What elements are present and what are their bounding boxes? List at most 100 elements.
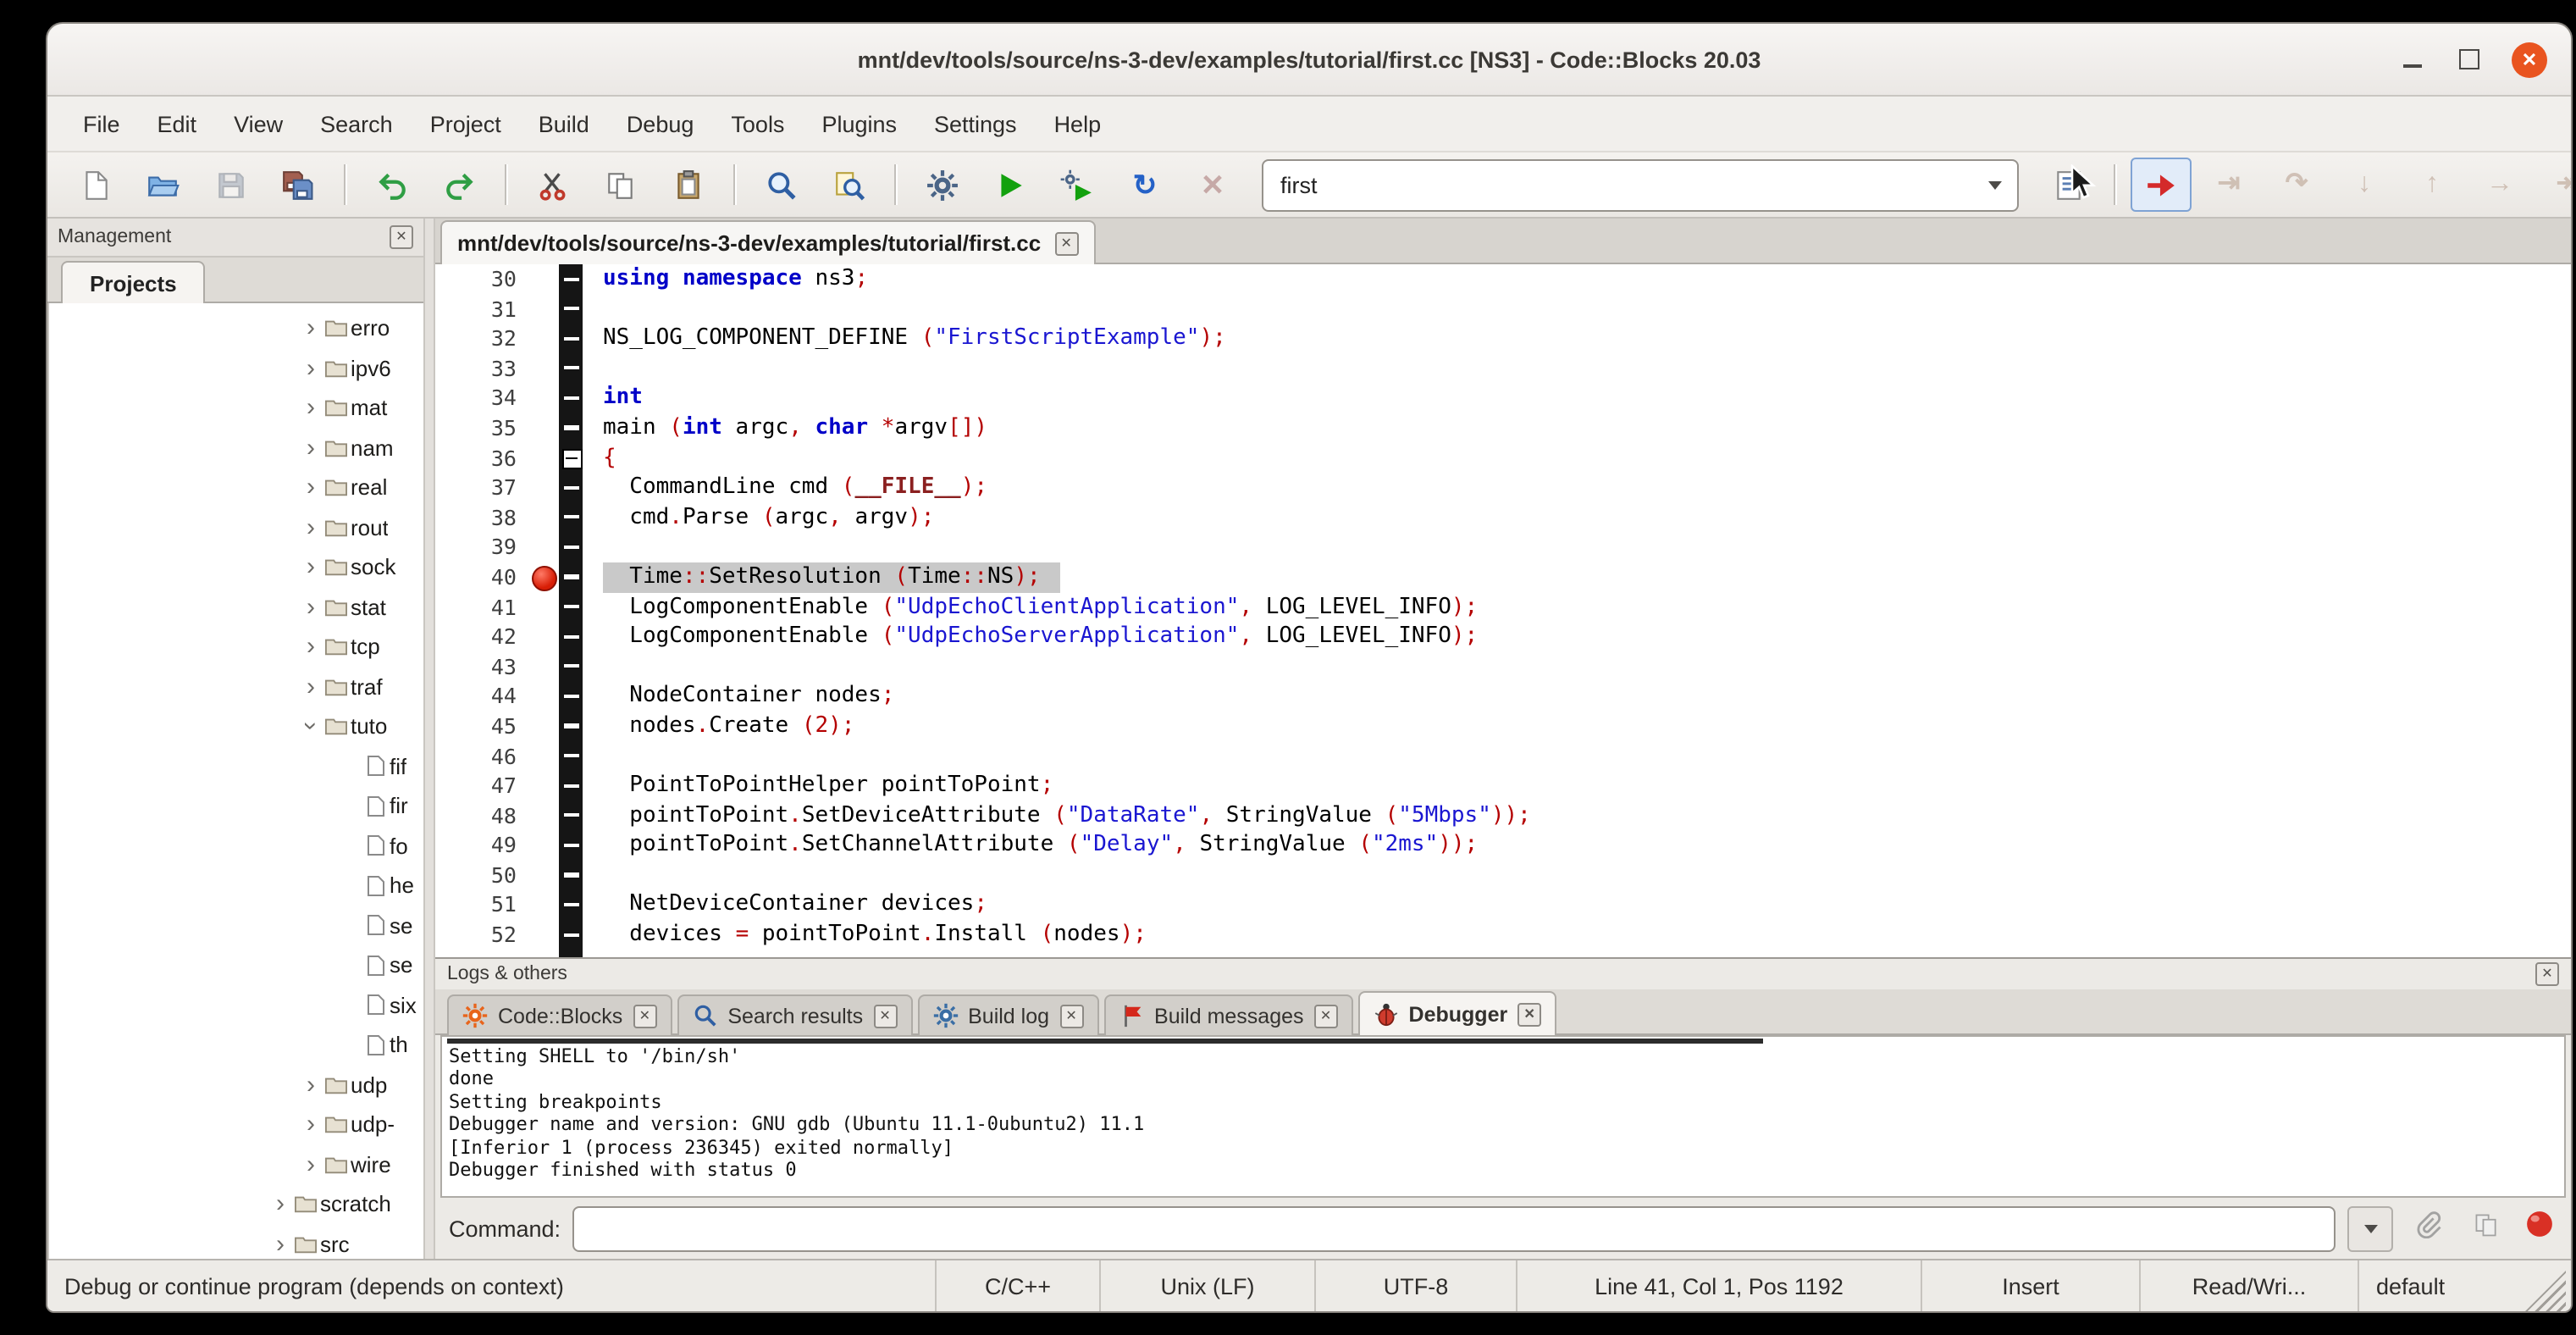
tree-item-nam[interactable]: ›nam — [49, 428, 423, 468]
menu-edit[interactable]: Edit — [139, 104, 216, 143]
breakpoint-margin[interactable] — [528, 682, 559, 712]
line-number[interactable]: 41 — [435, 592, 528, 622]
tree-item-scratch[interactable]: ›scratch — [49, 1184, 423, 1224]
close-button[interactable]: ✕ — [2512, 42, 2547, 77]
tree-item-real[interactable]: ›real — [49, 468, 423, 507]
code-line[interactable]: 31 — [435, 294, 2571, 324]
line-number[interactable]: 49 — [435, 831, 528, 861]
menu-file[interactable]: File — [64, 104, 139, 143]
menu-search[interactable]: Search — [301, 104, 412, 143]
line-number[interactable]: 31 — [435, 294, 528, 324]
chevron-right-icon[interactable]: › — [300, 515, 322, 540]
breakpoint-margin[interactable] — [528, 562, 559, 592]
breakpoint-margin[interactable] — [528, 831, 559, 861]
next-instruction-button[interactable]: → — [2469, 158, 2530, 212]
breakpoint-marker[interactable] — [532, 566, 557, 591]
fold-margin[interactable] — [559, 741, 583, 771]
tree-item-udp[interactable]: ›udp — [49, 1065, 423, 1105]
menu-tools[interactable]: Tools — [712, 104, 803, 143]
fold-margin[interactable] — [559, 562, 583, 592]
breakpoint-margin[interactable] — [528, 324, 559, 353]
run-button[interactable] — [979, 158, 1040, 212]
cut-button[interactable] — [522, 158, 583, 212]
line-number[interactable]: 52 — [435, 920, 528, 950]
menu-build[interactable]: Build — [520, 104, 608, 143]
resize-grip[interactable] — [2525, 1271, 2566, 1311]
code-line[interactable]: 44 NodeContainer nodes; — [435, 682, 2571, 712]
code-line[interactable]: 34int — [435, 384, 2571, 413]
new-file-button[interactable] — [64, 158, 125, 212]
fold-margin[interactable] — [559, 443, 583, 473]
command-input[interactable] — [572, 1205, 2336, 1251]
code-line[interactable]: 49 pointToPoint.SetChannelAttribute ("De… — [435, 831, 2571, 861]
chevron-right-icon[interactable]: › — [300, 396, 322, 421]
chevron-right-icon[interactable]: › — [300, 435, 322, 461]
find-in-files-button[interactable] — [818, 158, 879, 212]
breakpoint-margin[interactable] — [528, 920, 559, 950]
tree-item-he[interactable]: he — [49, 866, 423, 906]
fold-margin[interactable] — [559, 503, 583, 533]
rebuild-button[interactable]: ↻ — [1114, 158, 1175, 212]
tree-item-wire[interactable]: ›wire — [49, 1144, 423, 1184]
find-button[interactable] — [750, 158, 811, 212]
breakpoint-margin[interactable] — [528, 800, 559, 830]
undo-button[interactable] — [361, 158, 422, 212]
fold-margin[interactable] — [559, 890, 583, 920]
breakpoint-margin[interactable] — [528, 741, 559, 771]
chevron-down-icon[interactable] — [1973, 160, 2017, 209]
tree-item-tcp[interactable]: ›tcp — [49, 627, 423, 667]
close-icon[interactable]: ✕ — [1314, 1004, 1338, 1028]
build-button[interactable] — [911, 158, 972, 212]
tree-item-se[interactable]: se — [49, 906, 423, 945]
breakpoint-margin[interactable] — [528, 771, 559, 800]
maximize-button[interactable] — [2454, 44, 2485, 75]
breakpoint-margin[interactable] — [528, 712, 559, 741]
run-to-cursor-button[interactable]: ⇥ — [2198, 158, 2259, 212]
line-number[interactable]: 45 — [435, 712, 528, 741]
code-line[interactable]: 39 — [435, 533, 2571, 562]
save-button[interactable] — [200, 158, 261, 212]
breakpoint-margin[interactable] — [528, 503, 559, 533]
line-number[interactable]: 43 — [435, 651, 528, 681]
tree-item-se[interactable]: se — [49, 945, 423, 985]
breakpoint-margin[interactable] — [528, 473, 559, 502]
fold-margin[interactable] — [559, 920, 583, 950]
debug-continue-button[interactable] — [2131, 158, 2192, 212]
close-icon[interactable]: ✕ — [2535, 962, 2559, 986]
line-number[interactable]: 38 — [435, 503, 528, 533]
code-line[interactable]: 46 — [435, 741, 2571, 771]
line-number[interactable]: 34 — [435, 384, 528, 413]
tree-item-udp-[interactable]: ›udp- — [49, 1105, 423, 1144]
code-line[interactable]: 33 — [435, 354, 2571, 384]
breakpoint-margin[interactable] — [528, 890, 559, 920]
fold-margin[interactable] — [559, 861, 583, 890]
tree-item-fo[interactable]: fo — [49, 826, 423, 866]
chevron-right-icon[interactable]: › — [300, 1072, 322, 1098]
chevron-right-icon[interactable]: › — [300, 475, 322, 501]
fold-margin[interactable] — [559, 264, 583, 294]
close-icon[interactable]: ✕ — [390, 225, 413, 249]
tree-item-sock[interactable]: ›sock — [49, 547, 423, 587]
chevron-right-icon[interactable]: › — [300, 356, 322, 381]
line-number[interactable]: 30 — [435, 264, 528, 294]
tree-item-mat[interactable]: ›mat — [49, 388, 423, 428]
menu-help[interactable]: Help — [1036, 104, 1120, 143]
line-number[interactable]: 32 — [435, 324, 528, 353]
minimize-button[interactable] — [2396, 44, 2427, 75]
close-icon[interactable]: ✕ — [1054, 231, 1078, 255]
tree-item-fir[interactable]: fir — [49, 786, 423, 826]
tree-item-tuto[interactable]: ›tuto — [49, 706, 423, 746]
fold-margin[interactable] — [559, 800, 583, 830]
chevron-right-icon[interactable]: › — [300, 316, 322, 341]
code-line[interactable]: 48 pointToPoint.SetDeviceAttribute ("Dat… — [435, 800, 2571, 830]
fold-margin[interactable] — [559, 294, 583, 324]
breakpoint-margin[interactable] — [528, 592, 559, 622]
close-icon[interactable]: ✕ — [633, 1004, 656, 1028]
fold-margin[interactable] — [559, 651, 583, 681]
breakpoint-margin[interactable] — [528, 651, 559, 681]
line-number[interactable]: 44 — [435, 682, 528, 712]
logs-tab-build-messages[interactable]: Build messages✕ — [1103, 994, 1353, 1035]
line-number[interactable]: 40 — [435, 562, 528, 592]
logs-tab-code-blocks[interactable]: Code::Blocks✕ — [447, 994, 672, 1035]
code-line[interactable]: 38 cmd.Parse (argc, argv); — [435, 503, 2571, 533]
